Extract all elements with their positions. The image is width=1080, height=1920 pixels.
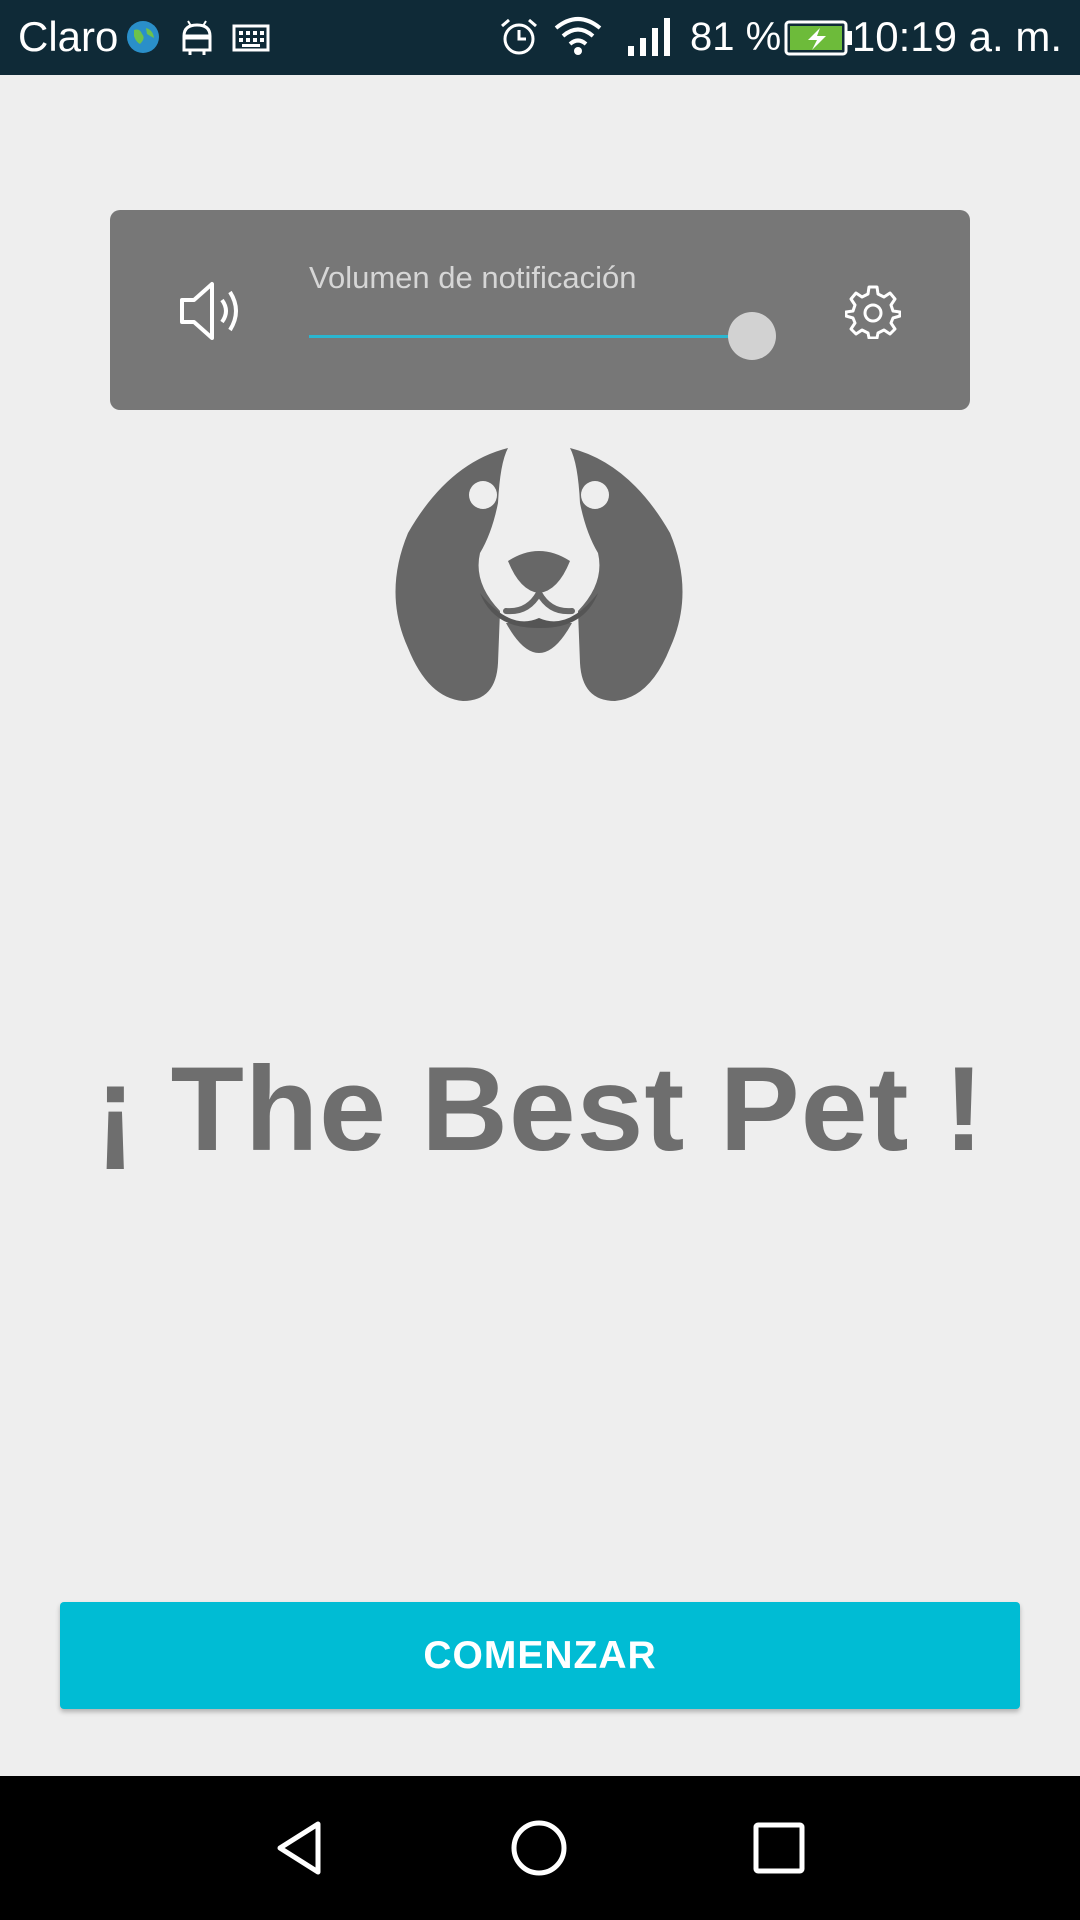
- keyboard-icon: [232, 24, 270, 52]
- wifi-icon: [554, 17, 602, 55]
- battery-percent: 81 %: [690, 15, 782, 59]
- battery-charging-icon: [784, 20, 852, 56]
- recents-icon[interactable]: [749, 1818, 809, 1878]
- volume-panel: Volumen de notificación: [110, 210, 970, 410]
- signal-icon: [628, 18, 670, 56]
- carrier-name: Claro: [18, 13, 119, 60]
- app-headline: ¡ The Best Pet !: [95, 1042, 985, 1176]
- start-button[interactable]: COMENZAR: [60, 1602, 1020, 1709]
- navigation-bar: [0, 1776, 1080, 1920]
- back-icon[interactable]: [270, 1818, 330, 1878]
- android-icon: [182, 20, 212, 55]
- dog-face-logo: [395, 448, 683, 701]
- home-icon[interactable]: [509, 1818, 569, 1878]
- speaker-icon[interactable]: [176, 276, 246, 346]
- status-bar: Claro 81 % 10:19 a. m.: [0, 0, 1080, 75]
- clock: 10:19 a. m.: [851, 13, 1062, 60]
- globe-icon: [127, 21, 159, 53]
- volume-label: Volumen de notificación: [309, 260, 637, 295]
- alarm-icon: [501, 18, 537, 55]
- volume-slider-thumb[interactable]: [728, 312, 776, 360]
- volume-slider-track[interactable]: [309, 335, 749, 338]
- gear-icon[interactable]: [845, 283, 901, 339]
